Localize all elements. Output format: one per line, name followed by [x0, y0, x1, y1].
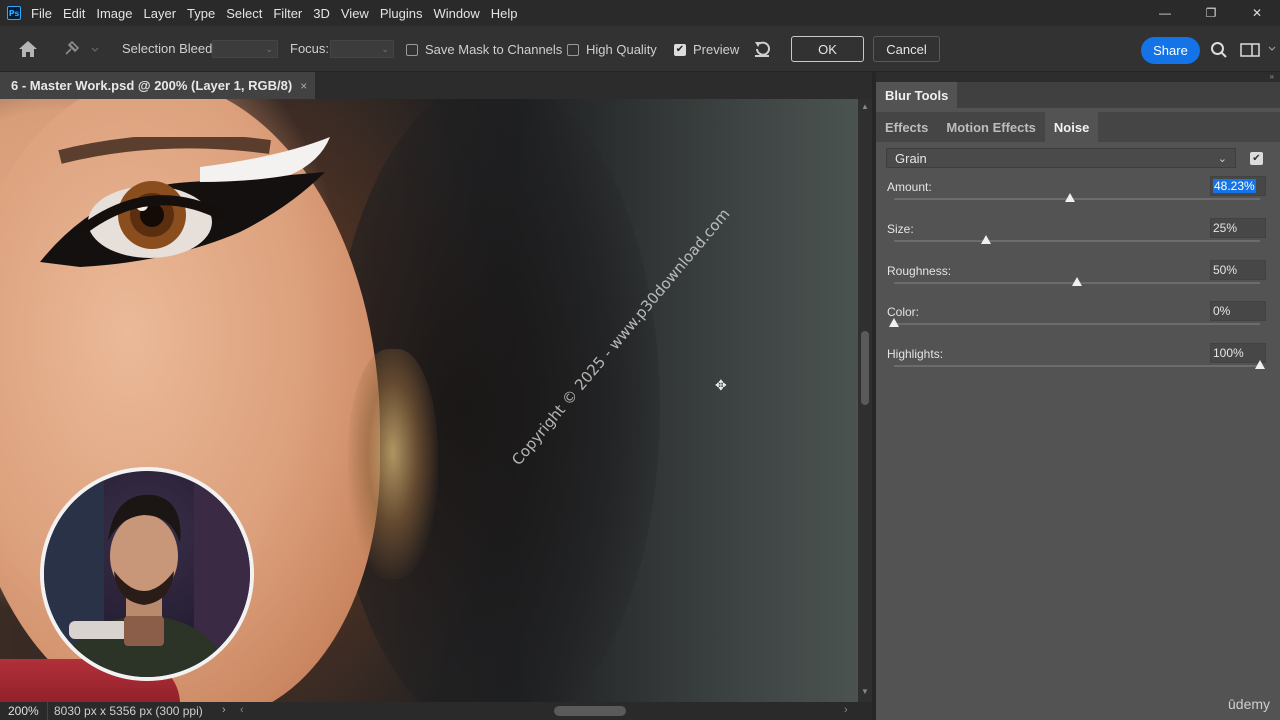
scroll-left-icon[interactable]: ‹ — [240, 704, 244, 716]
document-tab[interactable]: 6 - Master Work.psd @ 200% (Layer 1, RGB… — [0, 72, 315, 99]
menu-3d[interactable]: 3D — [313, 6, 330, 21]
menu-layer[interactable]: Layer — [144, 6, 177, 21]
restore-icon[interactable]: ❐ — [1188, 0, 1234, 26]
zoom-level[interactable]: 200% — [0, 702, 48, 720]
color-slider-track[interactable] — [894, 323, 1260, 325]
selection-bleed-dropdown[interactable]: ⌄ — [212, 40, 278, 58]
param-roughness: Roughness: 50% — [887, 260, 1267, 304]
move-cursor-icon: ✥ — [715, 377, 727, 393]
highlights-slider-thumb[interactable] — [1255, 360, 1265, 369]
save-mask-option[interactable]: Save Mask to Channels — [406, 42, 562, 57]
vertical-scroll-thumb[interactable] — [861, 331, 869, 405]
focus-label: Focus: — [290, 41, 330, 56]
param-highlights: Highlights: 100% — [887, 343, 1267, 387]
udemy-logo: ūdemy — [1228, 696, 1271, 712]
close-icon[interactable]: ✕ — [1234, 0, 1280, 26]
eye-makeup — [40, 137, 330, 267]
amount-label: Amount: — [887, 180, 932, 194]
highlights-slider-track[interactable] — [894, 365, 1260, 367]
menu-type[interactable]: Type — [187, 6, 215, 21]
tab-strip — [315, 72, 872, 99]
size-slider-track[interactable] — [894, 240, 1260, 242]
size-label: Size: — [887, 222, 914, 236]
noise-enable-checkbox[interactable]: ✔ — [1250, 152, 1263, 165]
panel-tabs: Effects Motion Effects Noise — [876, 112, 1280, 142]
amount-slider-thumb[interactable] — [1064, 193, 1075, 202]
share-button[interactable]: Share — [1141, 37, 1200, 64]
menu-plugins[interactable]: Plugins — [380, 6, 423, 21]
ok-button[interactable]: OK — [791, 36, 864, 62]
document-canvas[interactable]: Copyright © 2025 - www.p30download.com ✥ — [0, 99, 858, 702]
roughness-input[interactable]: 50% — [1210, 260, 1266, 280]
close-tab-icon[interactable]: × — [300, 79, 307, 93]
status-expand-icon[interactable]: › — [222, 704, 226, 716]
preview-label: Preview — [693, 42, 740, 57]
menu-file[interactable]: File — [31, 6, 52, 21]
amount-input[interactable]: 48.23% — [1210, 176, 1266, 196]
window-controls: — ❐ ✕ — [1142, 0, 1280, 26]
param-amount: Amount: 48.23% — [887, 176, 1267, 220]
panel-title[interactable]: Blur Tools — [876, 82, 958, 108]
save-mask-checkbox[interactable] — [406, 43, 418, 56]
preview-checkbox[interactable]: ✔ — [674, 43, 686, 56]
minimize-icon[interactable]: — — [1142, 0, 1188, 26]
amount-value: 48.23% — [1213, 179, 1256, 193]
tab-noise[interactable]: Noise — [1044, 112, 1099, 142]
menu-help[interactable]: Help — [491, 6, 518, 21]
scroll-up-icon[interactable]: ▲ — [861, 102, 869, 111]
size-slider-thumb[interactable] — [980, 235, 991, 244]
panel-header: Blur Tools — [876, 82, 1280, 108]
roughness-label: Roughness: — [887, 264, 952, 278]
selection-bleed-label: Selection Bleed: — [122, 41, 216, 56]
save-mask-label: Save Mask to Channels — [425, 42, 563, 57]
tab-motion-effects[interactable]: Motion Effects — [937, 112, 1045, 142]
preview-option[interactable]: ✔ Preview — [674, 42, 739, 57]
horizontal-scroll-thumb[interactable] — [554, 706, 626, 716]
high-quality-option[interactable]: High Quality — [567, 42, 657, 57]
param-size: Size: 25% — [887, 218, 1267, 262]
scroll-right-icon[interactable]: › — [844, 704, 848, 716]
high-quality-label: High Quality — [586, 42, 657, 57]
color-label: Color: — [887, 305, 920, 319]
menu-filter[interactable]: Filter — [273, 6, 302, 21]
high-quality-checkbox[interactable] — [567, 43, 579, 56]
document-tab-title: 6 - Master Work.psd @ 200% (Layer 1, RGB… — [11, 78, 293, 93]
noise-type-value: Grain — [895, 150, 927, 166]
menu-window[interactable]: Window — [433, 6, 479, 21]
tab-effects[interactable]: Effects — [876, 112, 937, 142]
workspace-icon[interactable] — [1240, 41, 1276, 59]
amount-slider-track[interactable] — [894, 198, 1260, 200]
color-slider-thumb[interactable] — [889, 318, 899, 327]
chevron-down-icon: ⌄ — [1217, 152, 1227, 165]
reset-icon[interactable] — [751, 39, 773, 59]
status-bar: 200% 8030 px x 5356 px (300 ppi) › ‹ › — [0, 702, 872, 720]
blur-tools-panel: » Blur Tools Effects Motion Effects Nois… — [876, 72, 1280, 720]
earring — [348, 349, 438, 579]
search-icon[interactable] — [1209, 40, 1229, 60]
menu-image[interactable]: Image — [96, 6, 132, 21]
param-color: Color: 0% — [887, 301, 1267, 345]
home-icon[interactable] — [17, 39, 39, 59]
document-info[interactable]: 8030 px x 5356 px (300 ppi) — [48, 704, 203, 718]
focus-dropdown[interactable]: ⌄ — [330, 40, 394, 58]
size-input[interactable]: 25% — [1210, 218, 1266, 238]
webcam-overlay — [40, 467, 254, 681]
vertical-scrollbar[interactable]: ▲ ▼ — [858, 99, 872, 702]
noise-type-dropdown[interactable]: Grain ⌄ — [886, 148, 1236, 168]
options-bar: Selection Bleed: ⌄ Focus: ⌄ Save Mask to… — [0, 26, 1280, 72]
menu-edit[interactable]: Edit — [63, 6, 85, 21]
cancel-button[interactable]: Cancel — [873, 36, 940, 62]
menu-view[interactable]: View — [341, 6, 369, 21]
highlights-label: Highlights: — [887, 347, 944, 361]
menu-bar: Ps File Edit Image Layer Type Select Fil… — [0, 0, 1280, 26]
panel-collapse-bar[interactable]: » — [876, 72, 1280, 82]
menu-select[interactable]: Select — [226, 6, 262, 21]
roughness-slider-thumb[interactable] — [1072, 277, 1082, 286]
collapse-icon[interactable]: » — [1270, 72, 1274, 82]
pin-tool-icon[interactable] — [62, 40, 102, 58]
color-input[interactable]: 0% — [1210, 301, 1266, 321]
scroll-down-icon[interactable]: ▼ — [861, 687, 869, 696]
photoshop-logo-icon: Ps — [7, 6, 21, 20]
